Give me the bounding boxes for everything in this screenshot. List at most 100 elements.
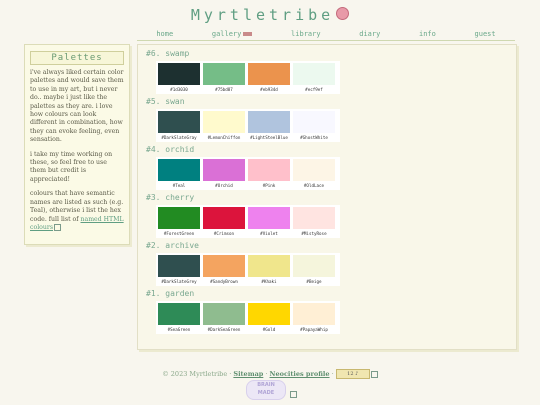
color-swatch: #Beige [293,255,338,286]
color-swatch: #eb934d [248,63,293,94]
sidebar-heading: Palettes [30,51,124,65]
neocities-profile-link[interactable]: Neocities profile [270,370,330,378]
color-chip [158,63,200,85]
external-link-icon [54,223,62,231]
color-label: #Teal [172,183,186,188]
color-chip [248,207,290,229]
color-chip [293,159,335,181]
color-label: #DarkSeaGreen [207,327,241,332]
nav-bar: home gallery library diary info guest [137,28,515,41]
color-swatch: #PapayaWhip [293,303,338,334]
color-chip [248,111,290,133]
color-label: #eb934d [260,87,278,92]
color-label: #PapayaWhip [300,327,328,332]
palette-5: #1. garden #SeaGreen #DarkSeaGreen #Gold #Pa… [146,289,340,334]
color-chip [158,303,200,325]
color-swatch: #Crimson [203,207,248,238]
palette-2: #4. orchid #Teal #Orchid #Pink #OldLace [146,145,340,190]
color-label: #DarkSlateGrey [161,279,197,284]
color-swatch: #ecf9ef [293,63,338,94]
color-label: #Orchid [215,183,233,188]
color-swatch: #75bd87 [203,63,248,94]
color-label: #MistyRose [301,231,327,236]
color-chip [293,207,335,229]
palette-title: #1. garden [146,289,195,298]
color-label: #Gold [262,327,276,332]
color-chip [203,111,245,133]
color-label: #Violet [260,231,278,236]
color-chip [293,303,335,325]
color-chip [203,63,245,85]
palette-title: #4. orchid [146,145,195,154]
site-title: Myrtletribe [0,6,540,24]
palette-title: #6. swamp [146,49,190,58]
palette-strip: #1d3030 #75bd87 #eb934d #ecf9ef [156,61,340,94]
color-swatch: #LemonChiffon [203,111,248,142]
palette-title: #5. swan [146,97,185,106]
color-chip [248,303,290,325]
color-swatch: #ForestGreen [158,207,203,238]
color-swatch: #DarkSeaGreen [203,303,248,334]
color-swatch: #DarkSlateGray [158,111,203,142]
color-label: #DarkSlateGray [161,135,197,140]
color-swatch: #1d3030 [158,63,203,94]
color-chip [158,111,200,133]
color-label: #Pink [262,183,276,188]
color-swatch: #Khaki [248,255,293,286]
sidebar-para-3: colours that have semantic names are lis… [30,190,124,232]
palette-strip: #DarkSlateGray #LemonChiffon #LightSteelBl… [156,109,340,142]
color-swatch: #Gold [248,303,293,334]
color-label: #75bd87 [215,87,233,92]
color-chip [158,255,200,277]
flower-icon [336,7,350,20]
brain-made-badge-logo[interactable]: BRAIN MADE [246,380,286,400]
nav-guest[interactable]: guest [475,30,496,38]
nav-home[interactable]: home [156,30,173,38]
palette-strip: #SeaGreen #DarkSeaGreen #Gold #PapayaWhip [156,301,340,334]
color-chip [293,63,335,85]
palette-strip: #DarkSlateGrey #SandyBrown #Khaki #Beige [156,253,340,286]
color-chip [203,207,245,229]
color-label: #GhostWhite [300,135,328,140]
footer: © 2023 Myrtletribe · Sitemap · Neocities… [0,369,540,379]
color-chip [158,207,200,229]
sitemap-link[interactable]: Sitemap [233,370,263,378]
color-chip [203,303,245,325]
color-chip [248,159,290,181]
color-chip [293,255,335,277]
new-tag-icon [243,32,253,36]
color-chip [203,255,245,277]
nav-gallery[interactable]: gallery [212,30,253,38]
nav-info[interactable]: info [419,30,436,38]
color-swatch: #GhostWhite [293,111,338,142]
color-swatch: #Pink [248,159,293,190]
color-swatch: #Teal [158,159,203,190]
visitor-badge[interactable]: 12 ♪ [335,369,370,379]
color-swatch: #LightSteelBlue [248,111,293,142]
color-label: #LightSteelBlue [250,135,288,140]
color-chip [158,159,200,181]
color-label: #LemonChiffon [207,135,241,140]
color-swatch: #OldLace [293,159,338,190]
palette-0: #6. swamp #1d3030 #75bd87 #eb934d #ecf9ef [146,49,340,94]
color-swatch: #MistyRose [293,207,338,238]
palette-strip: #Teal #Orchid #Pink #OldLace [156,157,340,190]
color-label: #Beige [306,279,322,284]
color-chip [248,255,290,277]
palette-strip: #ForestGreen #Crimson #Violet #MistyRose [156,205,340,238]
palette-title: #2. archive [146,241,199,250]
nav-library[interactable]: library [291,30,321,38]
sidebar-para-1: i've always liked certain color palettes… [30,69,124,144]
external-link-icon [370,370,378,378]
color-swatch: #Violet [248,207,293,238]
site-title-text: Myrtletribe [190,6,335,24]
palette-4: #2. archive #DarkSlateGrey #SandyBrown #Kha… [146,241,340,286]
color-chip [203,159,245,181]
color-swatch: #SandyBrown [203,255,248,286]
nav-diary[interactable]: diary [359,30,380,38]
color-label: #ForestGreen [163,231,195,236]
palette-1: #5. swan #DarkSlateGray #LemonChiffon #Ligh… [146,97,340,142]
color-label: #SandyBrown [210,279,238,284]
color-chip [293,111,335,133]
sidebar-para-2: i take my time working on these, so feel… [30,150,113,183]
